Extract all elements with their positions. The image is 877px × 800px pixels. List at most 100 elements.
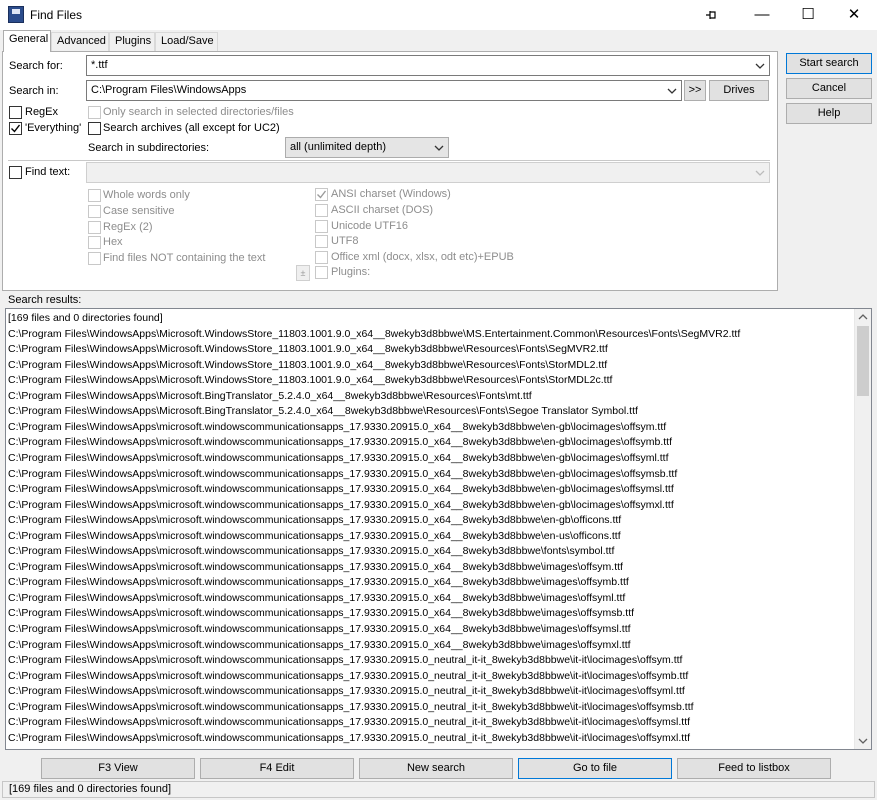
hex-checkbox[interactable] xyxy=(88,236,101,249)
result-row[interactable]: C:\Program Files\WindowsApps\microsoft.w… xyxy=(8,498,674,513)
ansi-checkbox[interactable] xyxy=(315,188,328,201)
only-selected-checkbox[interactable] xyxy=(88,106,101,119)
text-regex-label: RegEx (2) xyxy=(103,221,153,233)
text-regex-checkbox[interactable] xyxy=(88,221,101,234)
close-button[interactable]: ✕ xyxy=(831,0,877,30)
search-for-value: *.ttf xyxy=(91,59,108,71)
result-row[interactable]: C:\Program Files\WindowsApps\microsoft.w… xyxy=(8,575,629,590)
search-results-label: Search results: xyxy=(8,294,82,306)
ascii-label: ASCII charset (DOS) xyxy=(331,204,434,216)
search-in-input[interactable]: C:\Program Files\WindowsApps xyxy=(86,80,682,101)
plugins-checkbox[interactable] xyxy=(315,266,328,279)
chevron-down-icon[interactable] xyxy=(432,141,446,155)
result-row[interactable]: C:\Program Files\WindowsApps\microsoft.w… xyxy=(8,684,685,699)
plus-minus-button[interactable]: ± xyxy=(296,265,310,281)
f4-edit-button[interactable]: F4 Edit xyxy=(200,758,354,779)
result-row[interactable]: C:\Program Files\WindowsApps\microsoft.w… xyxy=(8,653,682,668)
start-search-button[interactable]: Start search xyxy=(786,53,872,74)
result-row[interactable]: C:\Program Files\WindowsApps\microsoft.w… xyxy=(8,529,621,544)
cancel-button[interactable]: Cancel xyxy=(786,78,872,99)
ascii-checkbox[interactable] xyxy=(315,204,328,217)
feed-to-listbox-button[interactable]: Feed to listbox xyxy=(677,758,831,779)
ansi-label: ANSI charset (Windows) xyxy=(331,188,451,200)
browse-button[interactable]: >> xyxy=(684,80,706,101)
result-row[interactable]: C:\Program Files\WindowsApps\microsoft.w… xyxy=(8,700,694,715)
checkmark-icon xyxy=(317,190,327,199)
result-row[interactable]: C:\Program Files\WindowsApps\microsoft.w… xyxy=(8,451,668,466)
search-in-label: Search in: xyxy=(9,85,59,97)
everything-checkbox[interactable] xyxy=(9,122,22,135)
plugins-label: Plugins: xyxy=(331,266,371,278)
case-sensitive-label: Case sensitive xyxy=(103,205,175,217)
result-row[interactable]: [169 files and 0 directories found] xyxy=(8,311,163,326)
result-row[interactable]: C:\Program Files\WindowsApps\microsoft.w… xyxy=(8,591,625,606)
result-row[interactable]: C:\Program Files\WindowsApps\microsoft.w… xyxy=(8,513,621,528)
only-selected-label: Only search in selected directories/file… xyxy=(103,106,294,118)
tab-general[interactable]: General xyxy=(3,30,51,52)
tab-advanced[interactable]: Advanced xyxy=(51,32,109,51)
result-row[interactable]: C:\Program Files\WindowsApps\microsoft.w… xyxy=(8,467,677,482)
result-row[interactable]: C:\Program Files\WindowsApps\microsoft.w… xyxy=(8,669,688,684)
regex-checkbox[interactable] xyxy=(9,106,22,119)
case-sensitive-checkbox[interactable] xyxy=(88,205,101,218)
result-row[interactable]: C:\Program Files\WindowsApps\microsoft.w… xyxy=(8,420,666,435)
new-search-button[interactable]: New search xyxy=(359,758,513,779)
chevron-down-icon[interactable] xyxy=(753,166,767,180)
go-to-file-button[interactable]: Go to file xyxy=(518,758,672,779)
search-in-value: C:\Program Files\WindowsApps xyxy=(91,84,247,96)
whole-words-label: Whole words only xyxy=(103,189,190,201)
result-row[interactable]: C:\Program Files\WindowsApps\microsoft.w… xyxy=(8,715,690,730)
chevron-down-icon[interactable] xyxy=(753,59,767,73)
office-xml-checkbox[interactable] xyxy=(315,251,328,264)
not-containing-label: Find files NOT containing the text xyxy=(103,252,266,264)
whole-words-checkbox[interactable] xyxy=(88,189,101,202)
subdir-value: all (unlimited depth) xyxy=(290,141,386,153)
result-row[interactable]: C:\Program Files\WindowsApps\microsoft.w… xyxy=(8,560,623,575)
subdir-label: Search in subdirectories: xyxy=(88,142,210,154)
everything-label: 'Everything' xyxy=(25,122,82,134)
result-row[interactable]: C:\Program Files\WindowsApps\Microsoft.W… xyxy=(8,327,740,342)
result-row[interactable]: C:\Program Files\WindowsApps\microsoft.w… xyxy=(8,731,690,746)
search-archives-checkbox[interactable] xyxy=(88,122,101,135)
result-row[interactable]: C:\Program Files\WindowsApps\microsoft.w… xyxy=(8,544,614,559)
search-archives-label: Search archives (all except for UC2) xyxy=(103,122,280,134)
result-row[interactable]: C:\Program Files\WindowsApps\Microsoft.W… xyxy=(8,342,608,357)
search-for-label: Search for: xyxy=(9,60,63,72)
search-for-input[interactable]: *.ttf xyxy=(86,55,770,76)
result-row[interactable]: C:\Program Files\WindowsApps\Microsoft.W… xyxy=(8,358,607,373)
scroll-down-icon[interactable] xyxy=(858,736,868,746)
result-row[interactable]: C:\Program Files\WindowsApps\microsoft.w… xyxy=(8,622,631,637)
utf8-checkbox[interactable] xyxy=(315,235,328,248)
find-text-input[interactable] xyxy=(86,162,770,183)
window-title: Find Files xyxy=(30,8,83,22)
result-row[interactable]: C:\Program Files\WindowsApps\microsoft.w… xyxy=(8,638,631,653)
pin-icon[interactable] xyxy=(688,0,734,30)
tab-load-save[interactable]: Load/Save xyxy=(155,32,218,51)
help-button[interactable]: Help xyxy=(786,103,872,124)
checkmark-icon xyxy=(11,124,21,133)
result-row[interactable]: C:\Program Files\WindowsApps\microsoft.w… xyxy=(8,435,672,450)
results-listbox[interactable]: [169 files and 0 directories found] C:\Pr… xyxy=(5,308,872,750)
result-row[interactable]: C:\Program Files\WindowsApps\Microsoft.B… xyxy=(8,389,532,404)
vertical-scrollbar[interactable] xyxy=(854,309,871,749)
find-text-checkbox[interactable] xyxy=(9,166,22,179)
result-row[interactable]: C:\Program Files\WindowsApps\Microsoft.B… xyxy=(8,404,638,419)
drives-button[interactable]: Drives xyxy=(709,80,769,101)
regex-label: RegEx xyxy=(25,106,59,118)
scroll-up-icon[interactable] xyxy=(858,312,868,322)
subdir-select[interactable]: all (unlimited depth) xyxy=(285,137,449,158)
not-containing-checkbox[interactable] xyxy=(88,252,101,265)
tab-plugins[interactable]: Plugins xyxy=(109,32,155,51)
hex-label: Hex xyxy=(103,236,123,248)
chevron-down-icon[interactable] xyxy=(665,84,679,98)
utf16-checkbox[interactable] xyxy=(315,220,328,233)
maximize-button[interactable]: ☐ xyxy=(785,0,831,30)
separator xyxy=(8,160,770,161)
f3-view-button[interactable]: F3 View xyxy=(41,758,195,779)
utf16-label: Unicode UTF16 xyxy=(331,220,409,232)
result-row[interactable]: C:\Program Files\WindowsApps\Microsoft.W… xyxy=(8,373,612,388)
minimize-button[interactable]: — xyxy=(739,0,785,30)
result-row[interactable]: C:\Program Files\WindowsApps\microsoft.w… xyxy=(8,482,674,497)
scrollbar-thumb[interactable] xyxy=(857,326,869,396)
result-row[interactable]: C:\Program Files\WindowsApps\microsoft.w… xyxy=(8,606,634,621)
